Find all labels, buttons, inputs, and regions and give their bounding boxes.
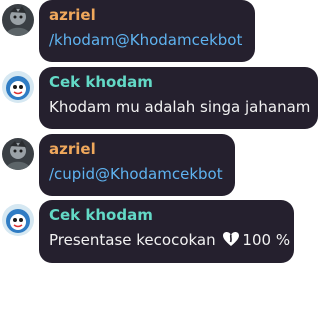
message-text-before: Presentase kecocokan <box>49 231 216 249</box>
message-text: Presentase kecocokan 100 % <box>49 229 290 253</box>
message-bubble: Cek khodam Presentase kecocokan 100 % <box>39 200 294 263</box>
command-link[interactable]: /cupid@Khodamcekbot <box>49 163 225 185</box>
message-bubble: azriel /cupid@Khodamcekbot <box>39 134 235 196</box>
message-bubble: azriel /khodam@Khodamcekbot <box>39 0 255 62</box>
sender-name[interactable]: azriel <box>49 6 245 25</box>
user-avatar[interactable] <box>2 4 34 36</box>
message-bubble: Cek khodam Khodam mu adalah singa jahana… <box>39 67 318 129</box>
message-text: Khodam mu adalah singa jahanam <box>49 98 311 116</box>
command-link[interactable]: /khodam@Khodamcekbot <box>49 29 245 51</box>
message-text-after: 100 % <box>242 231 291 249</box>
sender-name[interactable]: Cek khodam <box>49 73 308 92</box>
sender-name[interactable]: azriel <box>49 140 225 159</box>
heart-icon <box>222 231 240 253</box>
bot-avatar[interactable] <box>2 71 34 103</box>
sender-name[interactable]: Cek khodam <box>49 206 284 225</box>
user-avatar[interactable] <box>2 138 34 170</box>
bot-avatar[interactable] <box>2 204 34 236</box>
